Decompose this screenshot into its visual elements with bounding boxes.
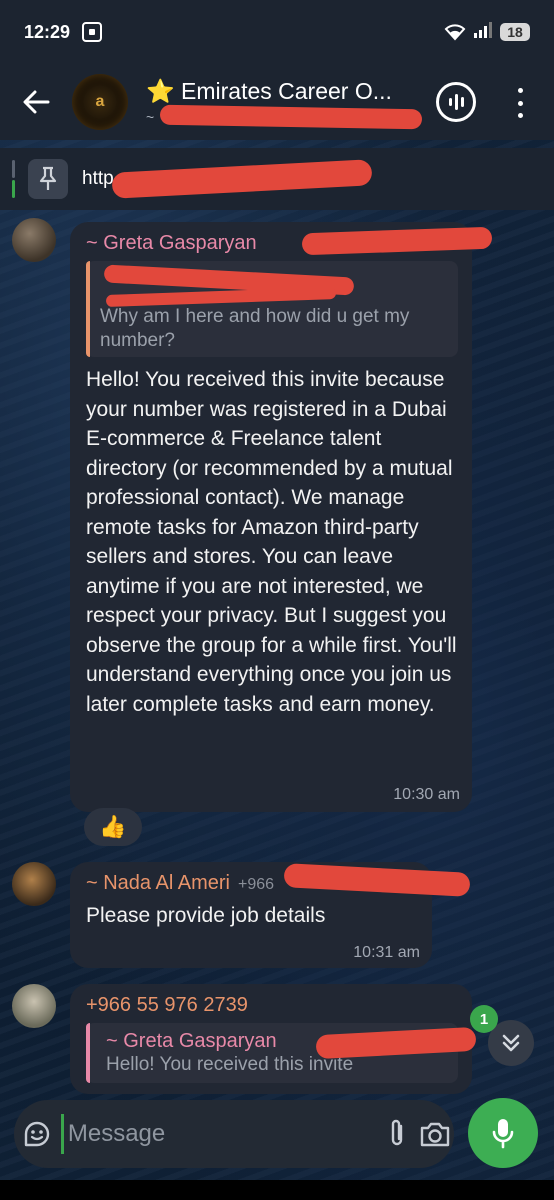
- camera-button[interactable]: [416, 1100, 454, 1168]
- battery-indicator: 18: [500, 23, 530, 41]
- chevron-double-down-icon: [502, 1034, 520, 1052]
- pin-icon: [28, 159, 68, 199]
- pinned-text: http: [82, 168, 114, 189]
- message-text: Hello! You received this invite because …: [86, 368, 457, 716]
- redaction-mark: [111, 159, 373, 199]
- message-text: Please provide job details: [86, 904, 326, 927]
- reply-quote[interactable]: ~ Greta Gasparyan Hello! You received th…: [86, 1023, 477, 1083]
- group-info[interactable]: ⭐ Emirates Career O... ~: [146, 77, 436, 129]
- message-bubble[interactable]: ~ Nada Al Ameri +966 Please provide job d…: [70, 862, 471, 968]
- signal-icon: [474, 21, 492, 43]
- message-bubble[interactable]: ~ Greta Gasparyan Why am I here and how …: [70, 222, 493, 812]
- reply-quote-text: Hello! You received this invite: [106, 1054, 354, 1075]
- reply-quote-text: Why am I here and how did u get my numbe…: [100, 306, 410, 351]
- status-time: 12:29: [24, 21, 71, 42]
- chat-header: a ⭐ Emirates Career O... ~: [0, 64, 554, 140]
- avatar-sender-3[interactable]: [12, 984, 56, 1028]
- redaction-mark: [105, 286, 337, 308]
- message-time: 10:30 am: [393, 786, 460, 803]
- pinned-message-bar[interactable]: http: [0, 148, 554, 210]
- pinned-indicator: [12, 160, 15, 198]
- navigation-bar: [0, 1180, 554, 1200]
- redaction-mark: [159, 104, 423, 129]
- unread-count-badge: 1: [470, 1005, 498, 1033]
- group-title: ⭐ Emirates Career O...: [146, 77, 392, 104]
- more-options-button[interactable]: [508, 88, 532, 118]
- group-avatar[interactable]: a: [72, 74, 128, 130]
- attach-button[interactable]: [378, 1100, 416, 1168]
- avatar-greta[interactable]: [12, 218, 56, 262]
- message-input[interactable]: [60, 1114, 378, 1154]
- voice-chat-button[interactable]: [436, 82, 476, 122]
- avatar-nada[interactable]: [12, 862, 56, 906]
- camera-icon: [420, 1122, 450, 1147]
- arrow-left-icon: [23, 90, 50, 114]
- emoji-button[interactable]: [14, 1100, 61, 1168]
- redaction-mark: [301, 226, 493, 256]
- reaction-thumbs-up[interactable]: 👍: [84, 808, 142, 846]
- status-bar: 12:29 18: [0, 0, 554, 64]
- message-time: 10:31 am: [353, 944, 420, 961]
- paperclip-icon: [391, 1119, 403, 1146]
- group-subtitle: ~: [146, 104, 436, 129]
- message-composer: [14, 1100, 454, 1168]
- microphone-icon: [492, 1119, 514, 1149]
- sticker-icon: [25, 1121, 50, 1147]
- message-bubble[interactable]: +966 55 976 2739 ~ Greta Gasparyan Hello…: [70, 984, 477, 1094]
- screenshot-scan-icon: [82, 22, 103, 42]
- wifi-icon: [444, 23, 466, 41]
- message-sender[interactable]: +966 55 976 2739: [86, 994, 458, 1017]
- voice-record-button[interactable]: [468, 1098, 538, 1168]
- reply-quote[interactable]: Why am I here and how did u get my numbe…: [86, 261, 458, 357]
- back-button[interactable]: [0, 64, 72, 140]
